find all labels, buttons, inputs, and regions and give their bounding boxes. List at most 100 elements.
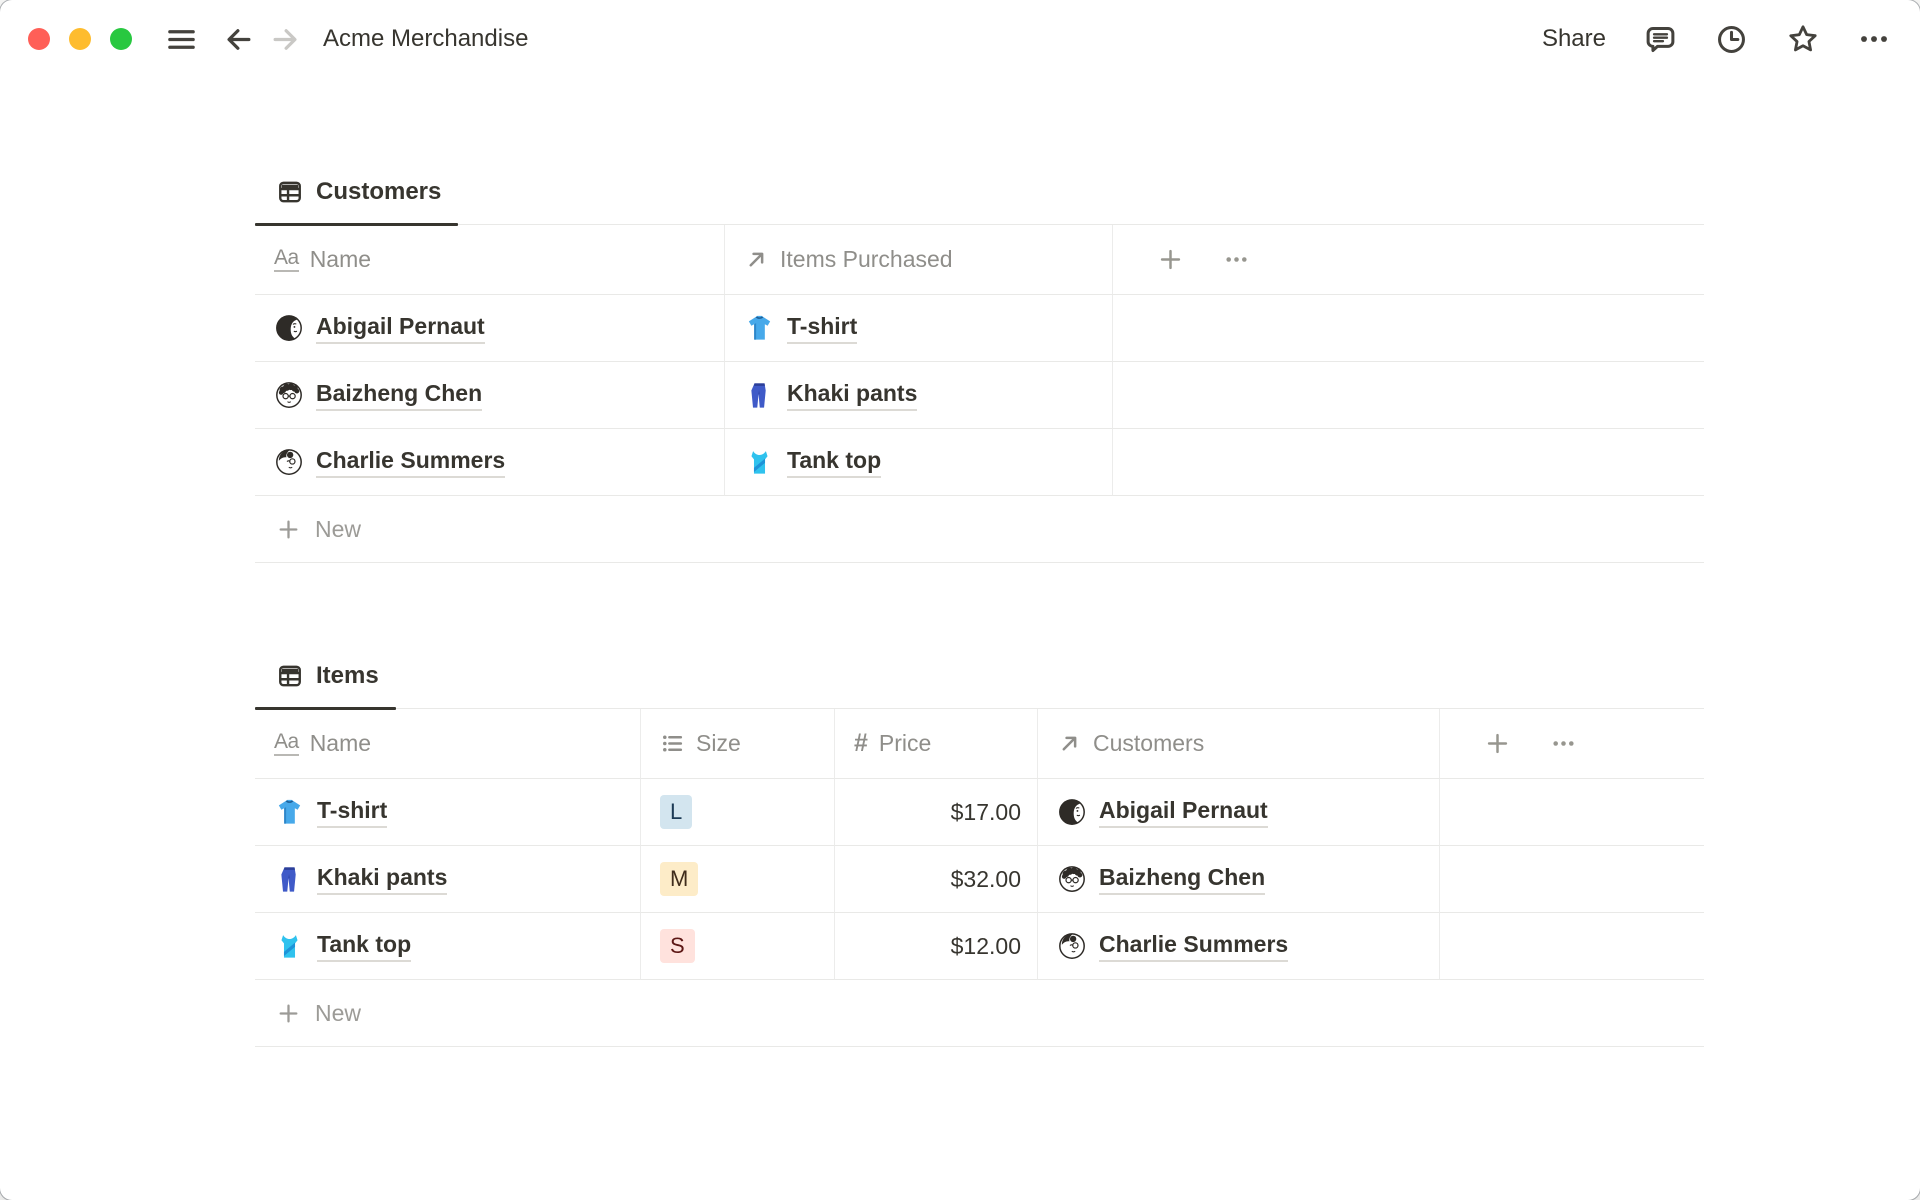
table-row: Khaki pants M $32.00 Baizheng Chen	[255, 846, 1704, 913]
column-header-size[interactable]: Size	[641, 709, 835, 779]
updates-clock-icon[interactable]	[1715, 23, 1748, 56]
page-link[interactable]: T-shirt	[317, 796, 388, 829]
title-bar: Acme Merchandise Share	[0, 0, 1920, 78]
customers-view-tabs: Customers	[255, 160, 1704, 226]
comments-icon[interactable]	[1644, 23, 1677, 56]
customers-cell[interactable]: Baizheng Chen	[1038, 846, 1440, 913]
tab-customers-table-view[interactable]: Customers	[255, 160, 459, 226]
items-purchased-cell[interactable]: Khaki pants	[725, 362, 1113, 429]
relation-link[interactable]: Khaki pants	[787, 379, 918, 412]
price-value: $12.00	[950, 932, 1021, 959]
empty-cell	[1440, 846, 1704, 913]
page-link[interactable]: Tank top	[317, 930, 412, 963]
tshirt-icon	[274, 797, 305, 828]
new-row-button[interactable]: New	[255, 496, 1704, 563]
table-options-icon[interactable]	[1551, 731, 1576, 756]
page-link[interactable]: Charlie Summers	[316, 446, 506, 479]
number-property-icon: #	[854, 729, 868, 757]
tank-top-icon	[274, 931, 305, 962]
add-column-icon[interactable]	[1157, 246, 1184, 273]
price-cell[interactable]: $12.00	[835, 913, 1038, 980]
topbar-actions: Share	[1542, 22, 1890, 56]
plus-icon	[276, 517, 301, 542]
column-header-label: Price	[878, 730, 932, 756]
column-header-price[interactable]: # Price	[835, 709, 1038, 779]
column-header-name[interactable]: Aa Name	[255, 225, 725, 295]
price-value: $17.00	[950, 798, 1021, 825]
price-cell[interactable]: $17.00	[835, 779, 1038, 846]
page-link[interactable]: Baizheng Chen	[316, 379, 483, 412]
close-window-button[interactable]	[28, 28, 50, 50]
share-button[interactable]: Share	[1542, 25, 1606, 53]
items-view-tabs: Items	[255, 644, 1704, 710]
table-row: Abigail Pernaut T-shirt	[255, 295, 1704, 362]
column-header-name[interactable]: Aa Name	[255, 709, 641, 779]
name-cell[interactable]: Charlie Summers	[255, 429, 725, 496]
items-purchased-cell[interactable]: Tank top	[725, 429, 1113, 496]
relation-link[interactable]: Baizheng Chen	[1099, 863, 1266, 896]
customers-header-actions	[1113, 225, 1704, 295]
plus-icon	[276, 1001, 301, 1026]
tank-top-icon	[744, 447, 775, 478]
table-row: Charlie Summers Tank top	[255, 429, 1704, 496]
more-options-icon[interactable]	[1858, 23, 1890, 55]
relation-link[interactable]: Tank top	[787, 446, 882, 479]
tshirt-icon	[744, 313, 775, 344]
relation-link[interactable]: Abigail Pernaut	[1099, 796, 1268, 829]
name-cell[interactable]: Baizheng Chen	[255, 362, 725, 429]
price-cell[interactable]: $32.00	[835, 846, 1038, 913]
relation-link[interactable]: T-shirt	[787, 312, 858, 345]
sidebar-toggle-icon[interactable]	[166, 24, 197, 55]
view-tab-label: Items	[316, 662, 379, 689]
customers-cell[interactable]: Abigail Pernaut	[1038, 779, 1440, 846]
view-tab-label: Customers	[316, 178, 442, 205]
column-header-label: Name	[309, 246, 372, 272]
khaki-pants-icon	[744, 380, 775, 411]
name-cell[interactable]: Abigail Pernaut	[255, 295, 725, 362]
favorite-star-icon[interactable]	[1786, 22, 1820, 56]
empty-cell	[1113, 362, 1704, 429]
size-badge: M	[660, 861, 699, 897]
column-header-items-purchased[interactable]: Items Purchased	[725, 225, 1113, 295]
text-property-icon: Aa	[274, 731, 299, 756]
column-header-label: Size	[696, 730, 741, 756]
size-badge: L	[660, 794, 693, 830]
new-row-button[interactable]: New	[255, 980, 1704, 1047]
empty-cell	[1113, 295, 1704, 362]
size-cell[interactable]: L	[641, 779, 835, 846]
new-row-label: New	[315, 515, 362, 542]
size-cell[interactable]: M	[641, 846, 835, 913]
minimize-window-button[interactable]	[69, 28, 91, 50]
size-badge: S	[660, 928, 695, 964]
zoom-window-button[interactable]	[110, 28, 132, 50]
page-link[interactable]: Abigail Pernaut	[316, 312, 485, 345]
name-cell[interactable]: Khaki pants	[255, 846, 641, 913]
notion-window: Acme Merchandise Share Customers Aa Name…	[0, 0, 1920, 1200]
new-row-label: New	[315, 999, 362, 1026]
back-icon[interactable]	[223, 24, 254, 55]
relation-link[interactable]: Charlie Summers	[1099, 930, 1289, 963]
customers-cell[interactable]: Charlie Summers	[1038, 913, 1440, 980]
avatar	[274, 380, 304, 410]
size-cell[interactable]: S	[641, 913, 835, 980]
avatar	[1057, 797, 1087, 827]
name-cell[interactable]: Tank top	[255, 913, 641, 980]
table-row: Tank top S $12.00 Charlie Summers	[255, 913, 1704, 980]
column-header-label: Items Purchased	[780, 246, 953, 272]
page-link[interactable]: Khaki pants	[317, 863, 448, 896]
empty-cell	[1440, 779, 1704, 846]
relation-property-icon	[744, 247, 769, 272]
column-header-customers[interactable]: Customers	[1038, 709, 1440, 779]
table-row: T-shirt L $17.00 Abigail Pernaut	[255, 779, 1704, 846]
tab-items-table-view[interactable]: Items	[255, 644, 396, 710]
khaki-pants-icon	[274, 864, 305, 895]
add-column-icon[interactable]	[1484, 730, 1511, 757]
table-view-icon	[277, 663, 303, 689]
relation-property-icon	[1057, 731, 1082, 756]
empty-cell	[1440, 913, 1704, 980]
table-options-icon[interactable]	[1224, 247, 1249, 272]
forward-icon[interactable]	[270, 24, 301, 55]
items-purchased-cell[interactable]: T-shirt	[725, 295, 1113, 362]
name-cell[interactable]: T-shirt	[255, 779, 641, 846]
items-table-header: Aa Name Size # Price Customers	[255, 709, 1704, 779]
